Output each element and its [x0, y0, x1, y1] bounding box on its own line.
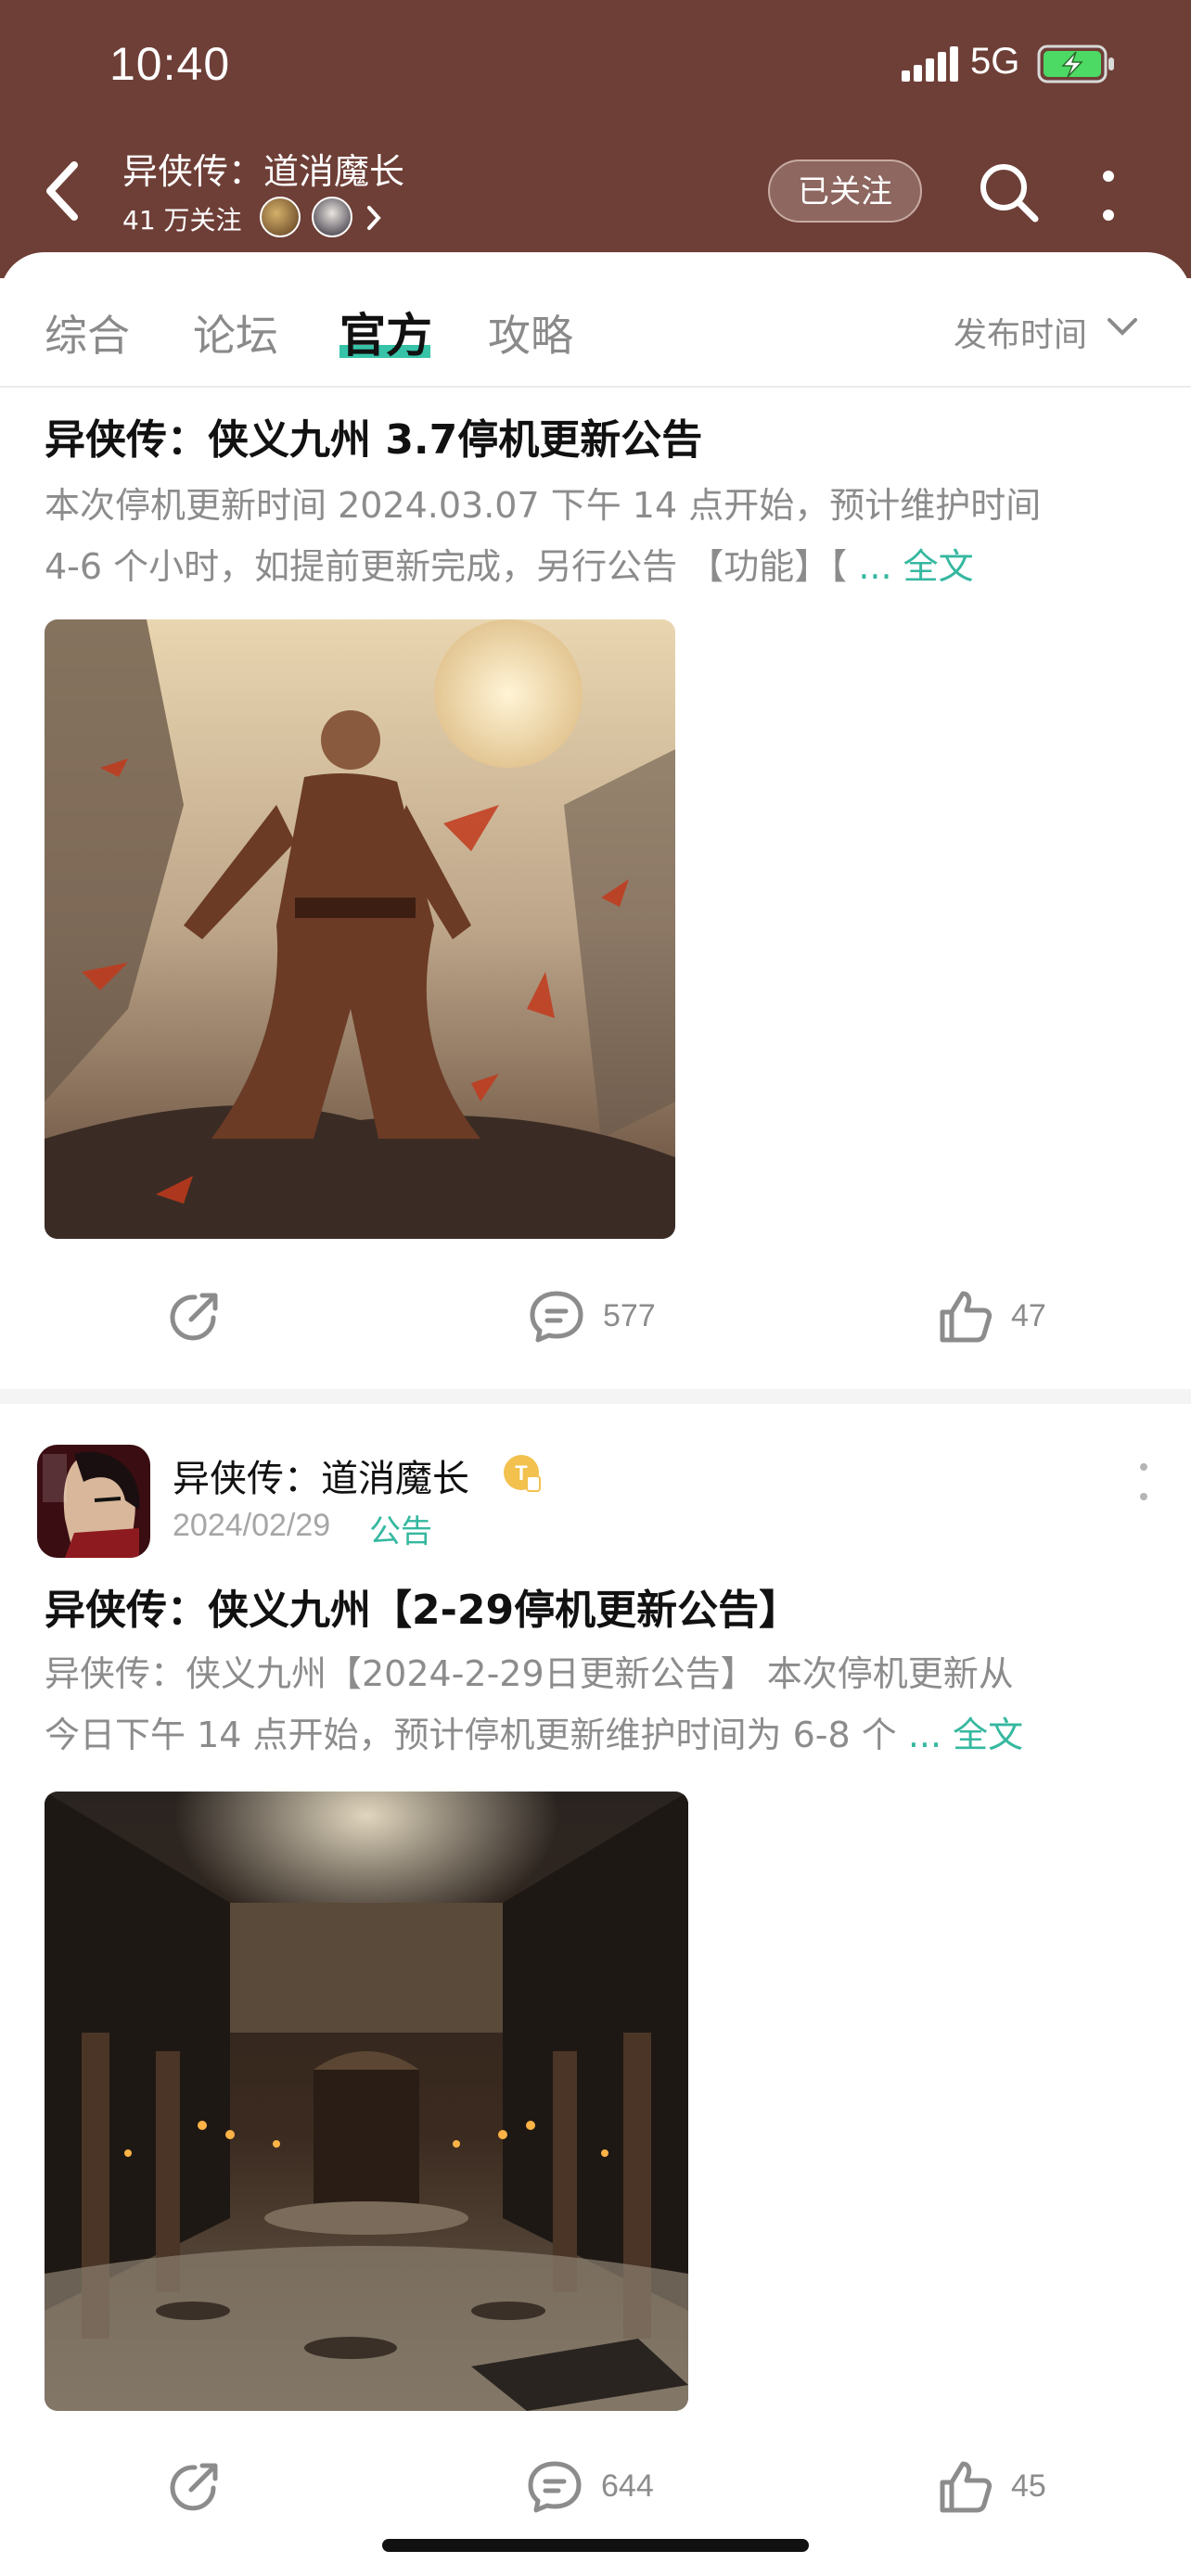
network-type: 5G	[970, 41, 1020, 82]
more-options-icon[interactable]	[1095, 167, 1122, 224]
like-button[interactable]: 45	[935, 2454, 1046, 2519]
excerpt-line: 本次停机更新时间 2024.03.07 下午 14 点开始，预计维护时间	[45, 485, 1042, 526]
comment-count: 644	[601, 2468, 654, 2504]
post-excerpt[interactable]: 本次停机更新时间 2024.03.07 下午 14 点开始，预计维护时间 4-6…	[45, 475, 1158, 597]
share-icon	[170, 1293, 218, 1341]
post-title[interactable]: 异侠传：侠义九州【2-29停机更新公告】	[45, 1576, 800, 1636]
tab-guides[interactable]: 攻略	[488, 302, 573, 363]
post-image-temple-hall[interactable]	[45, 1792, 688, 2411]
share-button[interactable]	[165, 1283, 224, 1348]
author-name[interactable]: 异侠传：道消魔长	[173, 1448, 469, 1502]
post-image-monk[interactable]	[45, 619, 675, 1239]
share-icon	[170, 2463, 218, 2511]
post-category-tag[interactable]: 公告	[369, 1506, 432, 1551]
follower-count: 41 万关注	[122, 205, 242, 236]
read-more-link[interactable]: ... 全文	[847, 546, 973, 587]
tab-forum[interactable]: 论坛	[193, 302, 278, 363]
post-title[interactable]: 异侠传：侠义九州 3.7停机更新公告	[45, 406, 702, 465]
chevron-right-icon[interactable]	[364, 204, 384, 232]
search-icon[interactable]	[976, 159, 1041, 224]
home-indicator[interactable]	[382, 2539, 809, 2552]
excerpt-text: 今日下午 14 点开始，预计停机更新维护时间为 6-8 个	[45, 1715, 897, 1755]
status-time: 10:40	[109, 38, 231, 90]
tab-official[interactable]: 官方	[339, 299, 432, 365]
like-count: 47	[1011, 1297, 1046, 1333]
comment-count: 577	[603, 1297, 656, 1333]
follower-avatar[interactable]	[260, 197, 301, 237]
chevron-down-icon[interactable]	[1106, 315, 1139, 338]
read-more-link[interactable]: ... 全文	[897, 1715, 1023, 1755]
excerpt-line: 4-6 个小时，如提前更新完成，另行公告 【功能】【 ... 全文	[45, 536, 1158, 597]
forum-header: 10:40 5G 异侠传：道消魔长 41 万关注 已关注	[0, 0, 1191, 278]
comment-button[interactable]: 577	[527, 1283, 656, 1348]
content-sheet: 综合 论坛 官方 攻略 发布时间 异侠传：侠义九州 3.7停机更新公告 本次停机…	[0, 252, 1191, 2576]
thumbs-up-icon	[940, 2461, 992, 2513]
tab-comprehensive[interactable]: 综合	[45, 302, 130, 363]
post-excerpt[interactable]: 异侠传：侠义九州【2024-2-29日更新公告】 本次停机更新从 今日下午 14…	[45, 1643, 1158, 1766]
back-arrow-icon[interactable]	[37, 158, 89, 224]
excerpt-text: 4-6 个小时，如提前更新完成，另行公告 【功能】【	[45, 546, 848, 587]
like-count: 45	[1011, 2468, 1046, 2504]
tab-bar: 综合 论坛 官方 攻略 发布时间	[0, 252, 1191, 388]
comment-icon	[528, 2461, 582, 2513]
excerpt-line: 异侠传：侠义九州【2024-2-29日更新公告】 本次停机更新从	[45, 1653, 1014, 1694]
cellular-signal-icon	[902, 46, 958, 82]
comment-icon	[530, 1291, 583, 1343]
follow-button[interactable]: 已关注	[768, 159, 922, 223]
comment-button[interactable]: 644	[525, 2454, 654, 2519]
like-button[interactable]: 47	[935, 1283, 1046, 1348]
sort-dropdown[interactable]: 发布时间	[954, 308, 1087, 356]
excerpt-line: 今日下午 14 点开始，预计停机更新维护时间为 6-8 个 ... 全文	[45, 1704, 1158, 1766]
thumbs-up-icon	[940, 1291, 992, 1343]
author-avatar[interactable]	[37, 1445, 150, 1558]
share-button[interactable]	[165, 2454, 224, 2519]
forum-title[interactable]: 异侠传：道消魔长	[122, 143, 404, 194]
post-date: 2024/02/29	[173, 1508, 331, 1543]
official-verified-icon: T	[504, 1455, 541, 1492]
battery-charging-icon	[1037, 45, 1114, 83]
post-divider	[0, 1389, 1191, 1404]
post-more-icon[interactable]	[1137, 1461, 1150, 1502]
follower-avatar[interactable]	[312, 197, 352, 237]
